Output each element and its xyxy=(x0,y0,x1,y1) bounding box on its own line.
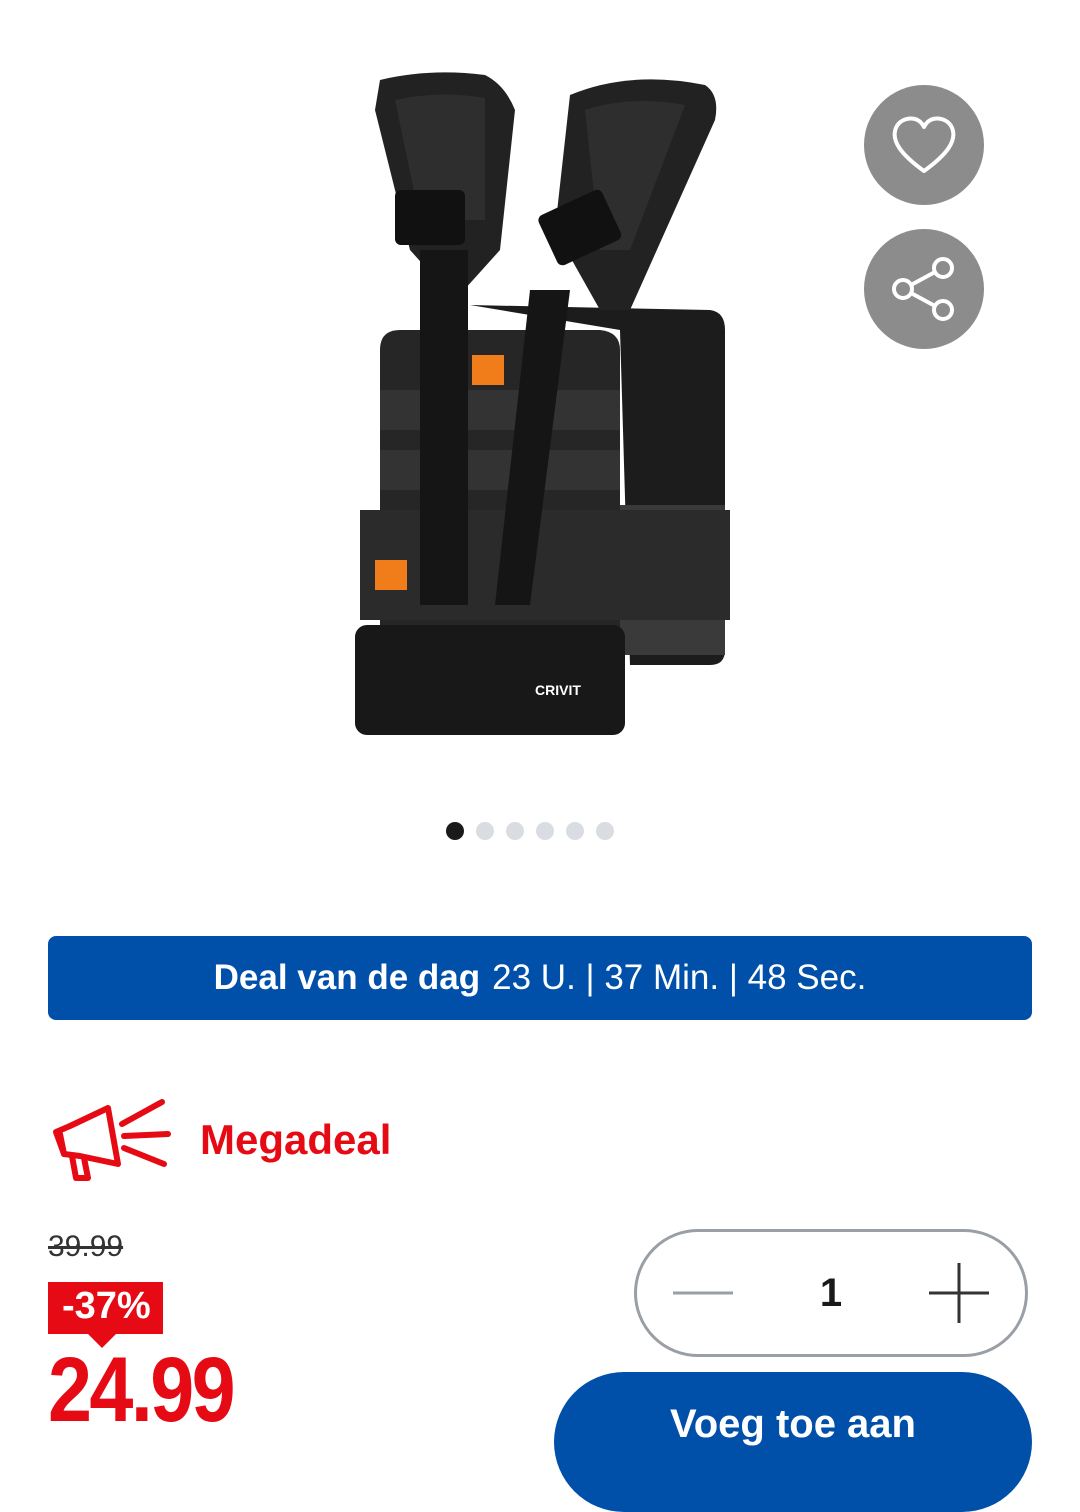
megaphone-icon xyxy=(53,1099,171,1181)
heart-icon xyxy=(892,116,956,173)
deal-of-the-day-banner: Deal van de dag 23 U. | 37 Min. | 48 Sec… xyxy=(48,936,1032,1020)
increase-quantity-button[interactable] xyxy=(927,1261,991,1325)
wishlist-button[interactable] xyxy=(864,85,984,205)
minus-icon xyxy=(673,1291,733,1295)
carousel-dot[interactable] xyxy=(476,822,494,840)
product-image[interactable]: CRIVIT xyxy=(300,50,780,770)
quantity-value[interactable]: 1 xyxy=(820,1271,842,1316)
decrease-quantity-button[interactable] xyxy=(671,1261,735,1325)
plus-icon xyxy=(929,1263,989,1323)
carousel-dot[interactable] xyxy=(596,822,614,840)
share-icon xyxy=(892,257,954,321)
share-button[interactable] xyxy=(864,229,984,349)
carousel-dot[interactable] xyxy=(536,822,554,840)
add-to-cart-button[interactable]: Voeg toe aan xyxy=(554,1372,1032,1512)
megadeal-text: Megadeal xyxy=(200,1116,392,1163)
carousel-dot[interactable] xyxy=(506,822,524,840)
old-price: 39.99 xyxy=(48,1230,124,1263)
quantity-stepper: 1 xyxy=(634,1229,1028,1357)
carousel-dot[interactable] xyxy=(446,822,464,840)
current-price: 24.99 xyxy=(48,1339,236,1441)
deal-title: Deal van de dag xyxy=(213,958,481,997)
brand-mark: CRIVIT xyxy=(535,682,581,698)
carousel-dot[interactable] xyxy=(566,822,584,840)
discount-badge: -37% xyxy=(48,1282,163,1348)
carousel-dots xyxy=(446,822,614,840)
deal-countdown: 23 U. | 37 Min. | 48 Sec. xyxy=(492,958,867,997)
megadeal-label-row: Megadeal xyxy=(50,1094,391,1186)
